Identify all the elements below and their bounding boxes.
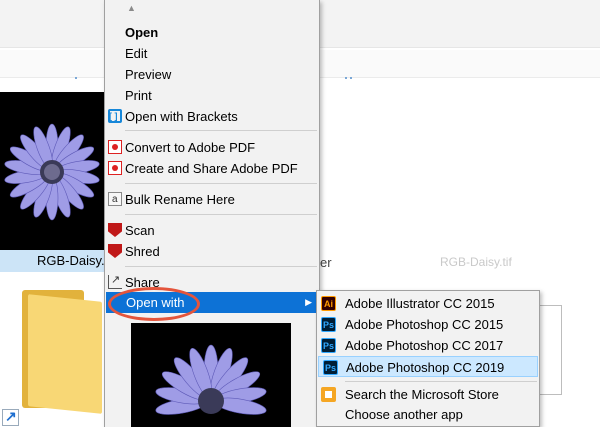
menu-separator (125, 130, 317, 131)
photoshop-icon: Ps (323, 360, 338, 375)
file-caption-ghost: RGB-Daisy.tif (440, 255, 512, 269)
menu-item-shred[interactable]: Shred (105, 241, 319, 262)
shortcut-arrow-icon: ↗ (2, 408, 19, 426)
menu-item-create-share-adobe-pdf[interactable]: Create and Share Adobe PDF (105, 158, 319, 179)
menu-item-bulk-rename[interactable]: Bulk Rename Here (105, 189, 319, 210)
photoshop-icon: Ps (321, 338, 336, 353)
file-caption-partial: er (320, 255, 332, 270)
image-preview-thumbnail (131, 323, 291, 427)
mcafee-icon (108, 244, 122, 258)
document-icon (540, 305, 562, 395)
illustrator-icon: Ai (321, 296, 336, 311)
submenu-item-photoshop-2015[interactable]: Ps Adobe Photoshop CC 2015 (317, 314, 539, 335)
adobe-pdf-icon (108, 161, 122, 175)
menu-item-preview[interactable]: Preview (105, 64, 319, 85)
menu-item-print[interactable]: Print (105, 85, 319, 106)
open-with-submenu: Ai Adobe Illustrator CC 2015 Ps Adobe Ph… (316, 290, 540, 427)
adobe-pdf-icon (108, 140, 122, 154)
menu-separator (125, 183, 317, 184)
menu-item-open-with-brackets[interactable]: Open with Brackets (105, 106, 319, 127)
daisy-thumbnail (0, 92, 104, 250)
file-tile-rgb-daisy[interactable]: RGB-Daisy.p (0, 92, 104, 272)
submenu-item-microsoft-store[interactable]: Search the Microsoft Store (317, 384, 539, 405)
folder-icon[interactable] (22, 290, 102, 414)
annotation-circle (108, 287, 200, 321)
mcafee-icon (108, 223, 122, 237)
submenu-item-photoshop-2019[interactable]: Ps Adobe Photoshop CC 2019 (318, 356, 538, 377)
store-icon (321, 387, 336, 402)
submenu-item-photoshop-2017[interactable]: Ps Adobe Photoshop CC 2017 (317, 335, 539, 356)
menu-item-edit[interactable]: Edit (105, 43, 319, 64)
menu-item-scan[interactable]: Scan (105, 220, 319, 241)
submenu-item-illustrator-2015[interactable]: Ai Adobe Illustrator CC 2015 (317, 293, 539, 314)
file-caption: RGB-Daisy.p (37, 253, 104, 268)
menu-separator (345, 381, 537, 382)
share-icon (108, 270, 122, 291)
rename-icon (108, 189, 122, 210)
brackets-icon (108, 106, 122, 127)
scroll-up-icon[interactable]: ▲ (127, 3, 136, 13)
menu-separator (125, 214, 317, 215)
submenu-item-choose-another-app[interactable]: Choose another app (317, 404, 539, 425)
menu-item-open[interactable]: Open (105, 22, 319, 43)
submenu-arrow-icon: ▶ (305, 297, 312, 307)
menu-separator (125, 266, 317, 267)
menu-item-convert-adobe-pdf[interactable]: Convert to Adobe PDF (105, 137, 319, 158)
photoshop-icon: Ps (321, 317, 336, 332)
